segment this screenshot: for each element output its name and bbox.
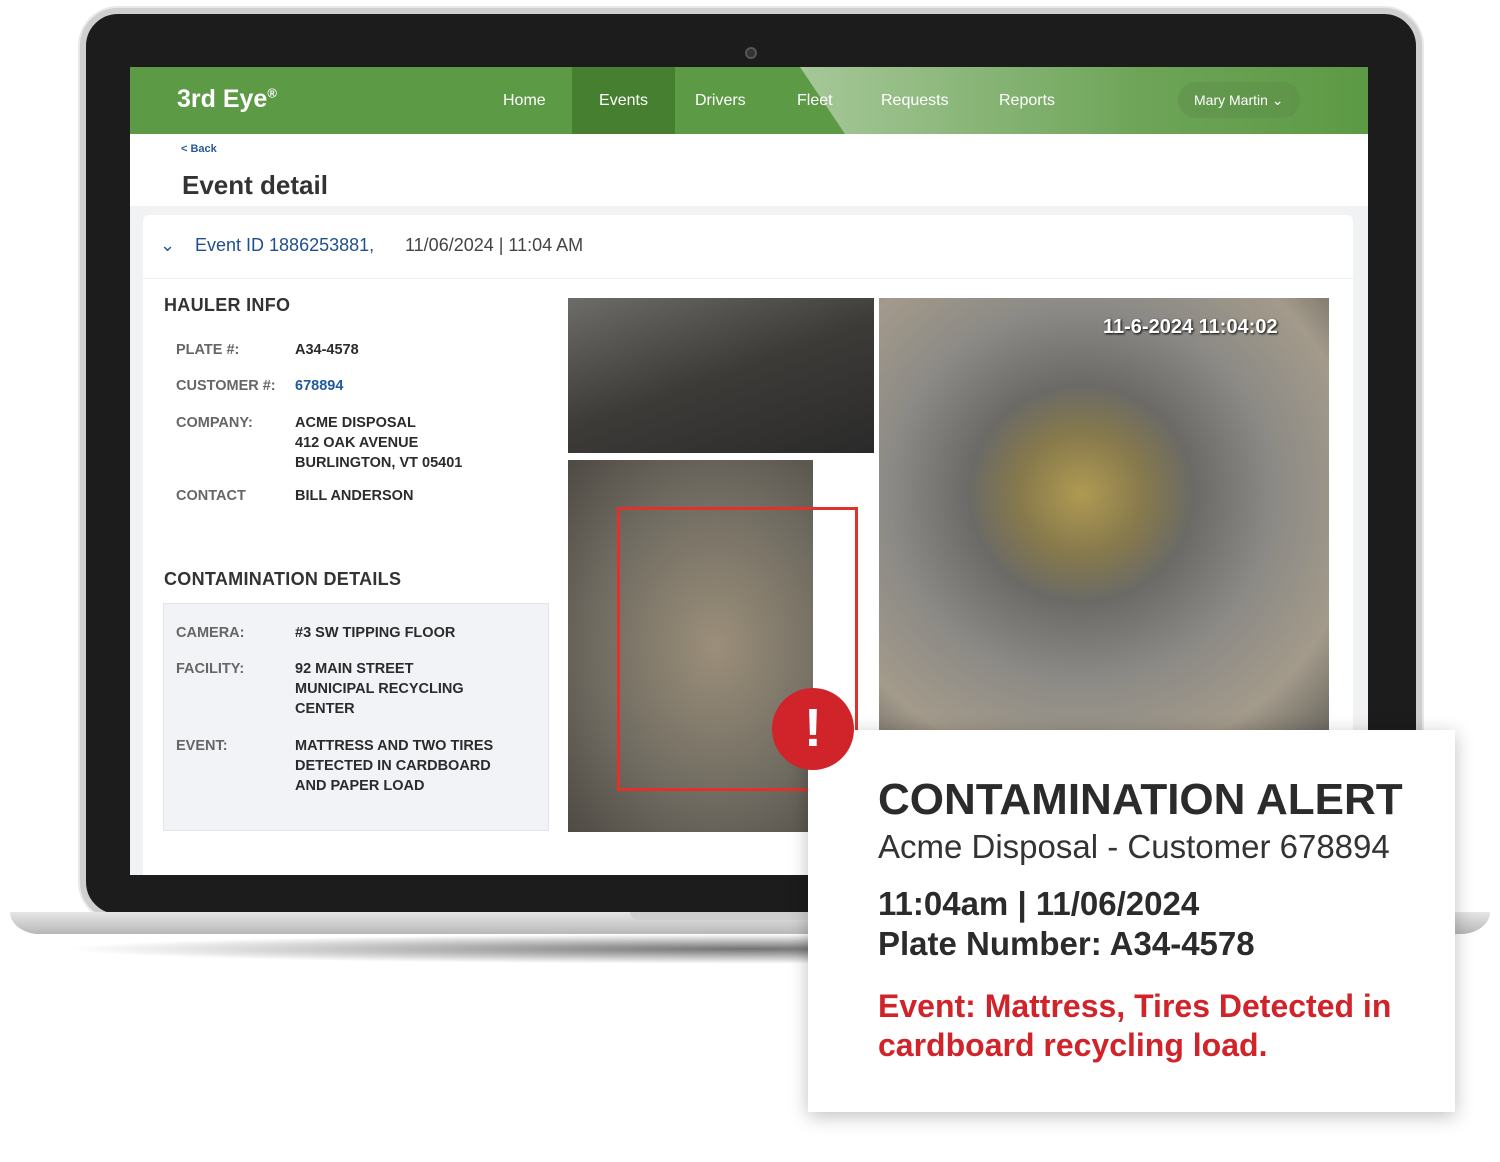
contamination-heading: CONTAMINATION DETAILS	[164, 569, 402, 589]
page-title: Event detail	[182, 170, 328, 200]
alert-subtitle: Acme Disposal - Customer 678894	[878, 828, 1390, 865]
facility-label: FACILITY:	[176, 661, 245, 677]
nav-events[interactable]: Events	[572, 67, 675, 134]
contact-label: CONTACT	[176, 488, 246, 504]
logo-mark: ®	[267, 85, 277, 101]
alert-event: Event: Mattress, Tires Detected in cardb…	[878, 988, 1392, 1063]
camera-value: #3 SW TIPPING FLOOR	[295, 625, 456, 641]
contact-value: BILL ANDERSON	[295, 488, 414, 504]
event-row[interactable]: ⌄ Event ID 1886253881, 11/06/2024 | 11:0…	[143, 215, 1353, 279]
hauler-heading: HAULER INFO	[164, 295, 291, 315]
page-header: < Back Event detail	[130, 134, 1368, 206]
chevron-down-icon: ⌄	[1271, 92, 1284, 108]
event-datetime: 11/06/2024 | 11:04 AM	[405, 235, 584, 255]
nav-drivers[interactable]: Drivers	[671, 67, 770, 134]
webcam-icon	[745, 47, 757, 59]
company-value: ACME DISPOSAL 412 OAK AVENUE BURLINGTON,…	[295, 415, 463, 471]
chevron-down-icon[interactable]: ⌄	[160, 235, 175, 256]
tipping-floor-photo[interactable]	[879, 298, 1329, 733]
event-label: EVENT:	[176, 738, 228, 754]
plate-value: A34-4578	[295, 342, 359, 358]
logo[interactable]: 3rd Eye®	[177, 85, 277, 114]
nav-reports[interactable]: Reports	[975, 67, 1079, 134]
nav-fleet[interactable]: Fleet	[773, 67, 857, 134]
logo-text: 3rd Eye	[177, 85, 268, 113]
top-nav: 3rd Eye® Home Events Drivers Fleet Reque…	[130, 67, 1368, 134]
facility-value: 92 MAIN STREET MUNICIPAL RECYCLING CENTE…	[295, 661, 464, 717]
back-link[interactable]: < Back	[181, 143, 217, 155]
user-menu[interactable]: Mary Martin ⌄	[1178, 82, 1300, 118]
plate-label: PLATE #:	[176, 342, 240, 358]
nav-requests[interactable]: Requests	[857, 67, 973, 134]
camera-label: CAMERA:	[176, 625, 245, 641]
customer-link[interactable]: 678894	[295, 376, 343, 396]
alert-time: 11:04am | 11/06/2024	[878, 885, 1200, 922]
camera-timestamp: 11-6-2024 11:04:02	[1103, 316, 1278, 338]
exclamation-icon: !	[772, 688, 854, 770]
company-label: COMPANY:	[176, 415, 253, 431]
event-id: Event ID 1886253881,	[195, 235, 375, 255]
nav-home[interactable]: Home	[479, 67, 570, 134]
alert-title: CONTAMINATION ALERT	[878, 775, 1403, 824]
user-name: Mary Martin	[1194, 92, 1268, 108]
truck-plate-photo[interactable]	[568, 298, 874, 453]
event-value: MATTRESS AND TWO TIRES DETECTED IN CARDB…	[295, 738, 494, 794]
customer-label: CUSTOMER #:	[176, 378, 276, 394]
contamination-alert-card: CONTAMINATION ALERT Acme Disposal - Cust…	[808, 730, 1455, 1112]
alert-plate: Plate Number: A34-4578	[878, 925, 1255, 962]
